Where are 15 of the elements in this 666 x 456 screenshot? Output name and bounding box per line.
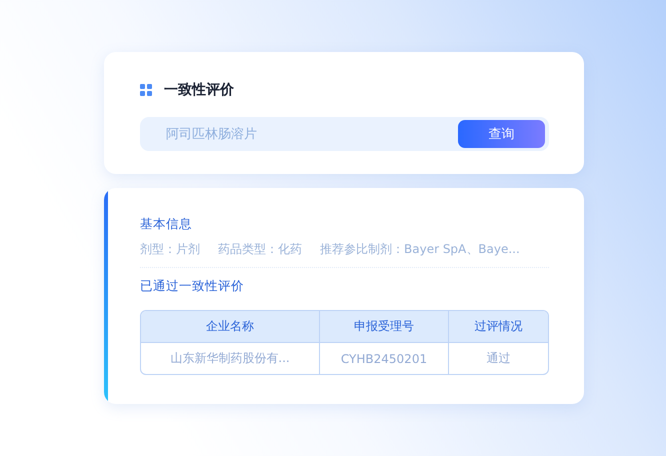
table-cell-text: 山东新华制药股份有... bbox=[169, 350, 291, 367]
section-title: 基本信息 bbox=[140, 216, 193, 233]
info-field: 推荐参比制剂：Bayer SpA、Baye... bbox=[320, 241, 520, 258]
card-title: 一致性评价 bbox=[164, 81, 234, 99]
table-cell: 通过 bbox=[448, 343, 548, 374]
column-header: 企业名称 bbox=[141, 311, 319, 343]
search-button[interactable]: 查询 bbox=[458, 120, 545, 148]
column-header: 申报受理号 bbox=[319, 311, 448, 343]
info-field: 药品类型：化药 bbox=[218, 241, 302, 258]
search-field[interactable]: 阿司匹林肠溶片 查询 bbox=[140, 117, 549, 151]
grid-icon bbox=[140, 84, 152, 96]
table-cell: CYHB2450201 bbox=[319, 343, 448, 374]
info-field: 剂型：片剂 bbox=[140, 241, 200, 258]
section-title: 已通过一致性评价 bbox=[140, 278, 245, 295]
column-header: 过评情况 bbox=[448, 311, 548, 343]
